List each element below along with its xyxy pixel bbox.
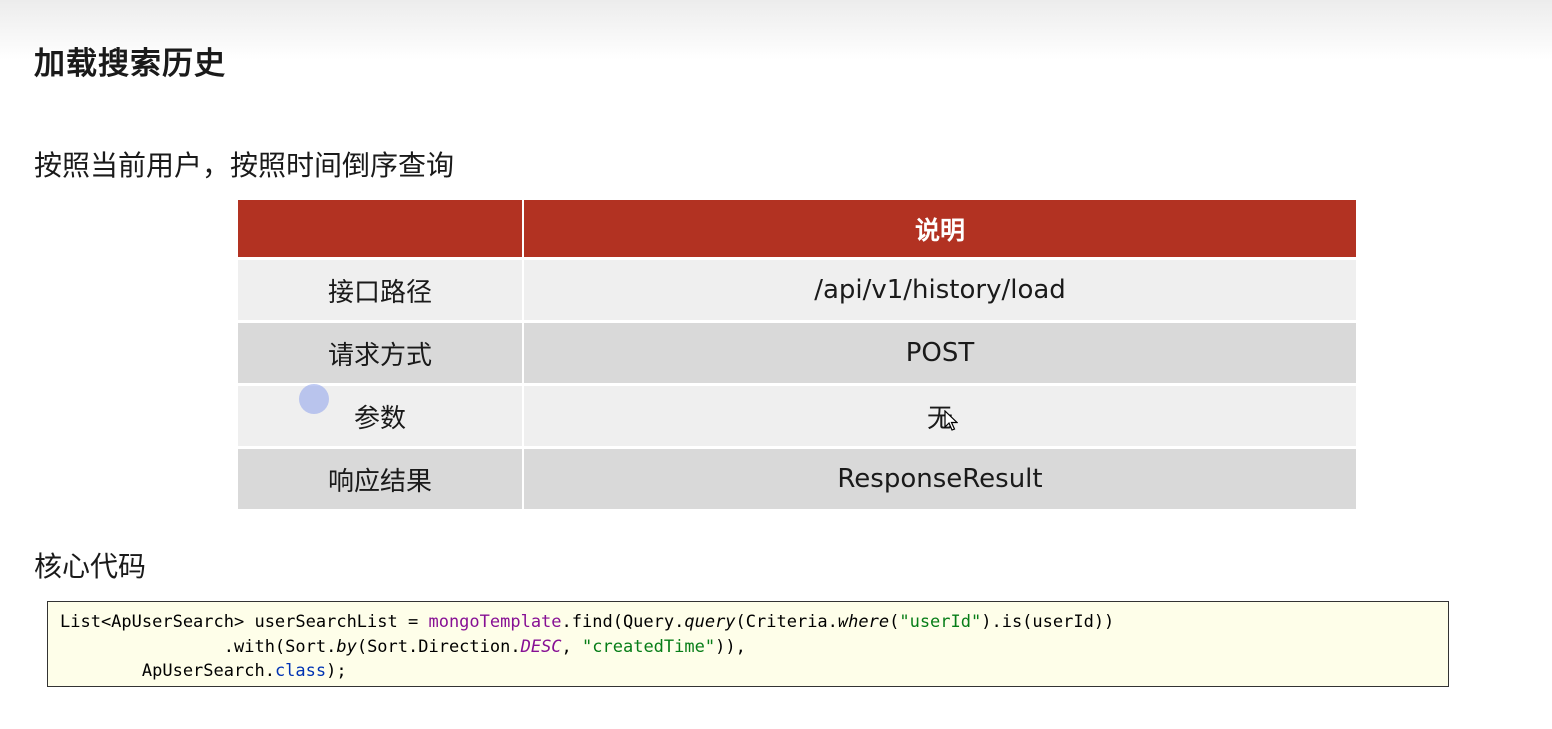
row-label: 请求方式 [238,321,524,386]
table-row: 响应结果 ResponseResult [238,447,1356,512]
top-shade [0,0,1552,60]
cursor-highlight-icon [299,384,329,414]
row-value: POST [523,321,1356,386]
description-text: 按照当前用户，按照时间倒序查询 [34,149,455,182]
row-label: 参数 [238,384,524,449]
code-section-title: 核心代码 [34,550,147,583]
code-block: List<ApUserSearch> userSearchList = mong… [47,601,1449,687]
code-line: .with(Sort.by(Sort.Direction.DESC, "crea… [60,636,746,657]
row-value: /api/v1/history/load [523,258,1356,323]
api-spec-table: 说明 接口路径 /api/v1/history/load 请求方式 POST 参… [238,200,1356,512]
table-header-row: 说明 [238,200,1356,260]
table-row: 参数 无 [238,384,1356,449]
code-line: List<ApUserSearch> userSearchList = mong… [60,612,1115,632]
table-row: 请求方式 POST [238,321,1356,386]
code-line: ApUserSearch.class); [60,661,347,681]
row-label: 接口路径 [238,258,524,323]
row-value: ResponseResult [523,447,1356,512]
table-header-cell [238,200,524,260]
page-title: 加载搜索历史 [34,46,226,82]
row-label: 响应结果 [238,447,524,512]
table-header-cell: 说明 [523,200,1356,260]
table-row: 接口路径 /api/v1/history/load [238,258,1356,323]
row-value: 无 [523,384,1356,449]
mouse-pointer-icon [944,410,958,431]
